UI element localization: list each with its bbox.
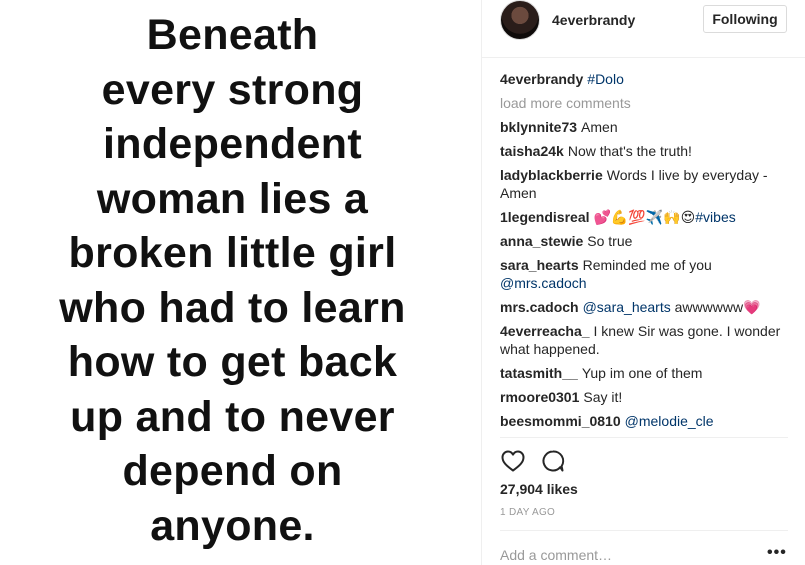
divider bbox=[500, 437, 788, 438]
quote-line: Beneath bbox=[146, 11, 319, 59]
divider bbox=[500, 530, 788, 531]
quote-line: who had to learn bbox=[59, 283, 406, 332]
comment-username[interactable]: bklynnite73 bbox=[500, 119, 577, 135]
comment-item: rmoore0301 Say it! bbox=[500, 388, 792, 406]
comment-text: So true bbox=[587, 233, 633, 249]
likes-count[interactable]: 27,904 likes bbox=[500, 481, 578, 497]
comment-item: bklynnite73 Amen bbox=[500, 118, 792, 136]
comment-item: tatasmith__ Yup im one of them bbox=[500, 364, 792, 382]
more-options-button[interactable]: ••• bbox=[767, 544, 787, 562]
caption-username[interactable]: 4everbrandy bbox=[500, 71, 583, 87]
comment-item: beesmommi_0810 @melodie_cle bbox=[500, 412, 792, 430]
comment-item: 4everreacha_ I knew Sir was gone. I wonde… bbox=[500, 322, 792, 358]
comment-text: Reminded me of you bbox=[582, 257, 712, 273]
comment-username[interactable]: beesmommi_0810 bbox=[500, 413, 621, 429]
quote-line: broken little girl bbox=[68, 229, 397, 277]
comment-item: taisha24k Now that's the truth! bbox=[500, 142, 792, 160]
comment-mention[interactable]: @melodie_cle bbox=[625, 413, 714, 429]
comment-item: mrs.cadoch @sara_hearts awwwwww💗 bbox=[500, 298, 792, 316]
quote-line: every strong bbox=[101, 65, 364, 114]
comment-text: Yup im one of them bbox=[581, 365, 703, 381]
comment-item: ladyblackberrie Words I live by everyday … bbox=[500, 166, 792, 202]
quote-line: up and to never bbox=[70, 392, 395, 441]
comment-username[interactable]: sara_hearts bbox=[500, 257, 579, 273]
comment-hashtag[interactable]: #vibes bbox=[695, 209, 735, 225]
post-timestamp[interactable]: 1 DAY AGO bbox=[500, 507, 555, 518]
post-side-panel: 4everbrandy Following 4everbrandy #Dolo l… bbox=[481, 0, 805, 565]
comment-text: Now that's the truth! bbox=[567, 143, 692, 159]
comments-list: 4everbrandy #Dolo load more comments bkly… bbox=[500, 70, 792, 436]
quote-line: depend on bbox=[122, 447, 343, 495]
avatar[interactable] bbox=[500, 0, 540, 40]
comment-item: 1legendisreal 💕💪💯✈️🙌😍#vibes bbox=[500, 208, 792, 226]
heart-icon[interactable] bbox=[500, 448, 526, 474]
comment-mention[interactable]: @mrs.cadoch bbox=[500, 275, 587, 291]
comment-text: awwwwww💗 bbox=[674, 299, 761, 315]
comment-username[interactable]: tatasmith__ bbox=[500, 365, 578, 381]
comment-username[interactable]: rmoore0301 bbox=[500, 389, 579, 405]
post-header: 4everbrandy Following bbox=[482, 0, 805, 58]
quote-text: Beneath every strong independent woman l… bbox=[0, 8, 465, 553]
comment-bubble-icon[interactable] bbox=[540, 448, 566, 474]
comment-mention[interactable]: @sara_hearts bbox=[583, 299, 671, 315]
comment-text: Say it! bbox=[583, 389, 623, 405]
comment-username[interactable]: mrs.cadoch bbox=[500, 299, 579, 315]
comment-item: anna_stewie So true bbox=[500, 232, 792, 250]
quote-line: woman lies a bbox=[96, 174, 369, 223]
comment-text: 💕💪💯✈️🙌😍 bbox=[593, 209, 696, 225]
quote-line: how to get back bbox=[67, 338, 398, 386]
caption-hashtag[interactable]: #Dolo bbox=[587, 71, 624, 87]
comment-username[interactable]: taisha24k bbox=[500, 143, 564, 159]
comment-username[interactable]: 4everreacha_ bbox=[500, 323, 590, 339]
quote-line: independent bbox=[103, 120, 362, 168]
load-more-comments-link[interactable]: load more comments bbox=[500, 94, 792, 112]
comment-text: Amen bbox=[581, 119, 618, 135]
following-button[interactable]: Following bbox=[703, 5, 787, 33]
comment-username[interactable]: ladyblackberrie bbox=[500, 167, 603, 183]
action-bar bbox=[500, 448, 566, 474]
comment-username[interactable]: anna_stewie bbox=[500, 233, 583, 249]
comment-item: sara_hearts Reminded me of you @mrs.cadoc… bbox=[500, 256, 792, 292]
caption: 4everbrandy #Dolo bbox=[500, 70, 792, 88]
comment-username[interactable]: 1legendisreal bbox=[500, 209, 590, 225]
header-username[interactable]: 4everbrandy bbox=[552, 12, 635, 28]
quote-line: anyone. bbox=[150, 501, 315, 550]
add-comment-input[interactable] bbox=[500, 546, 750, 564]
post-image[interactable]: Beneath every strong independent woman l… bbox=[0, 0, 480, 565]
